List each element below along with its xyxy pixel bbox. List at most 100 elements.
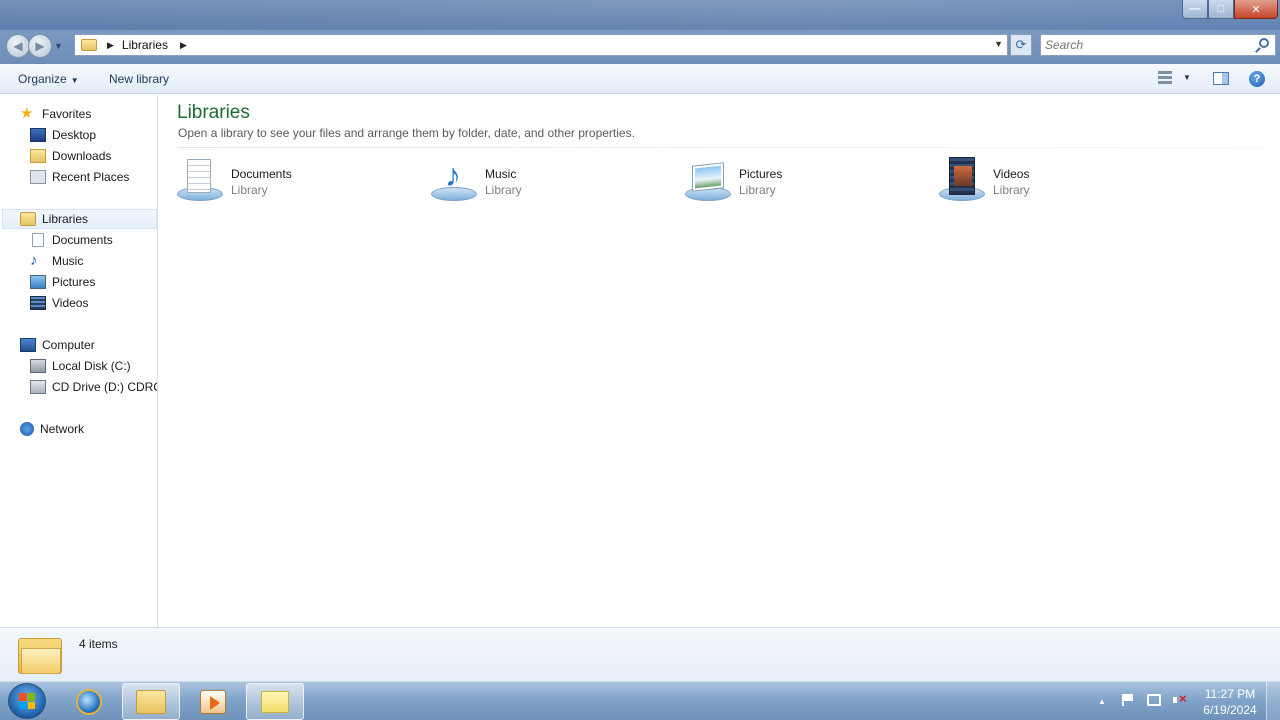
address-bar[interactable]: ▶ Libraries ▶ ▼ (74, 34, 1008, 56)
item-count: 4 items (79, 637, 118, 651)
taskbar-sticky-notes[interactable] (246, 683, 304, 720)
search-input[interactable] (1045, 38, 1245, 52)
search-box[interactable] (1040, 34, 1276, 56)
pictures-library-icon (685, 157, 733, 205)
nav-music[interactable]: ♪ Music (30, 251, 83, 271)
page-title: Libraries (177, 102, 250, 123)
address-history-dropdown-icon[interactable]: ▼ (994, 39, 1003, 49)
nav-label: Network (40, 422, 85, 436)
nav-label: Recent Places (52, 170, 130, 184)
taskbar-internet-explorer[interactable] (60, 683, 118, 720)
sticky-notes-icon (261, 690, 289, 713)
computer-icon (20, 338, 36, 352)
breadcrumb-expand-icon[interactable]: ▶ (180, 40, 187, 51)
content-pane: Libraries Open a library to see your fil… (160, 95, 1280, 627)
new-library-button[interactable]: New library (109, 72, 169, 86)
network-tray-icon[interactable] (1146, 693, 1162, 710)
nav-local-disk[interactable]: Local Disk (C:) (30, 356, 131, 376)
nav-network[interactable]: Network (20, 419, 84, 439)
refresh-button[interactable]: ⟳ (1010, 34, 1032, 56)
nav-libraries[interactable]: Libraries (2, 209, 157, 229)
clock[interactable]: 11:27 PM 6/19/2024 (1198, 686, 1262, 718)
help-icon[interactable]: ? (1249, 71, 1265, 87)
minimize-button[interactable]: — (1182, 0, 1208, 19)
window-title-bar: — □ ✕ ◀ ▶ ▼ ▶ Libraries ▶ ▼ ⟳ (0, 0, 1280, 64)
nav-label: Videos (52, 296, 89, 310)
nav-favorites[interactable]: ★ Favorites (20, 104, 91, 124)
nav-downloads[interactable]: Downloads (30, 146, 111, 166)
organize-button[interactable]: Organize ▼ (18, 72, 79, 86)
network-icon (20, 422, 34, 436)
documents-icon (32, 233, 44, 247)
clock-date: 6/19/2024 (1203, 702, 1257, 717)
nav-computer[interactable]: Computer (20, 335, 95, 355)
windows-logo-icon (19, 693, 35, 709)
nav-cd-drive[interactable]: CD Drive (D:) CDROM (30, 377, 157, 397)
navigation-pane: ★ Favorites Desktop Downloads Recent Pla… (0, 95, 158, 627)
library-videos[interactable]: Videos Library (939, 157, 1179, 207)
navigation-buttons: ◀ ▶ ▼ (6, 34, 63, 58)
search-icon[interactable] (1259, 38, 1269, 48)
downloads-icon (30, 149, 46, 163)
library-pictures[interactable]: Pictures Library (685, 157, 925, 207)
nav-documents[interactable]: Documents (30, 230, 113, 250)
library-name: Music (485, 167, 517, 181)
recent-places-icon (30, 170, 46, 184)
library-type: Library (739, 183, 776, 197)
taskbar-windows-explorer[interactable] (122, 683, 180, 720)
change-view-icon[interactable] (1158, 71, 1174, 85)
nav-label: Music (52, 254, 84, 268)
library-name: Videos (993, 167, 1030, 181)
nav-label: Pictures (52, 275, 96, 289)
videos-library-icon (939, 157, 987, 205)
videos-icon (30, 296, 46, 310)
preview-pane-icon[interactable] (1213, 72, 1229, 85)
back-button[interactable]: ◀ (6, 34, 30, 58)
internet-explorer-icon (76, 688, 102, 715)
start-button[interactable] (8, 683, 46, 719)
view-options-dropdown-icon[interactable]: ▼ (1183, 73, 1191, 82)
windows-explorer-icon (136, 689, 166, 714)
libraries-icon (20, 212, 36, 226)
nav-label: Computer (42, 338, 95, 352)
libraries-folder-icon (18, 634, 62, 674)
maximize-button[interactable]: □ (1208, 0, 1234, 19)
library-type: Library (993, 183, 1030, 197)
nav-label: Favorites (42, 107, 92, 121)
breadcrumb-separator-icon[interactable]: ▶ (107, 40, 114, 51)
favorites-star-icon: ★ (20, 105, 34, 122)
action-center-flag-icon[interactable] (1120, 693, 1136, 710)
library-name: Pictures (739, 167, 783, 181)
nav-label: Documents (52, 233, 113, 247)
pictures-icon (30, 275, 46, 289)
volume-muted-icon[interactable] (1172, 691, 1188, 710)
close-button[interactable]: ✕ (1234, 0, 1278, 19)
show-desktop-button[interactable] (1266, 682, 1280, 720)
library-music[interactable]: ♪ Music Library (431, 157, 671, 207)
taskbar: ▲ 11:27 PM 6/19/2024 (0, 681, 1280, 720)
organize-label: Organize (18, 72, 67, 86)
desktop-icon (30, 128, 46, 142)
taskbar-media-player[interactable] (184, 683, 242, 720)
nav-videos[interactable]: Videos (30, 293, 88, 313)
page-description: Open a library to see your files and arr… (178, 126, 635, 140)
nav-label: CD Drive (D:) CDROM (52, 380, 157, 394)
forward-button[interactable]: ▶ (28, 34, 52, 58)
music-library-icon: ♪ (431, 157, 479, 205)
recent-pages-dropdown[interactable]: ▼ (54, 41, 63, 51)
libraries-folder-icon (81, 39, 97, 51)
library-type: Library (231, 183, 268, 197)
clock-time: 11:27 PM (1204, 686, 1256, 701)
media-player-icon (200, 689, 226, 714)
nav-pictures[interactable]: Pictures (30, 272, 95, 292)
nav-recent-places[interactable]: Recent Places (30, 167, 129, 187)
library-name: Documents (231, 167, 292, 181)
command-bar: Organize ▼ New library ▼ ? (0, 64, 1280, 94)
cd-drive-icon (30, 380, 46, 394)
chevron-down-icon: ▼ (70, 76, 79, 85)
nav-desktop[interactable]: Desktop (30, 125, 96, 145)
nav-label: Downloads (52, 149, 112, 163)
library-documents[interactable]: Documents Library (177, 157, 417, 207)
show-hidden-icons-icon[interactable]: ▲ (1094, 694, 1110, 710)
breadcrumb-libraries[interactable]: Libraries (122, 38, 168, 52)
